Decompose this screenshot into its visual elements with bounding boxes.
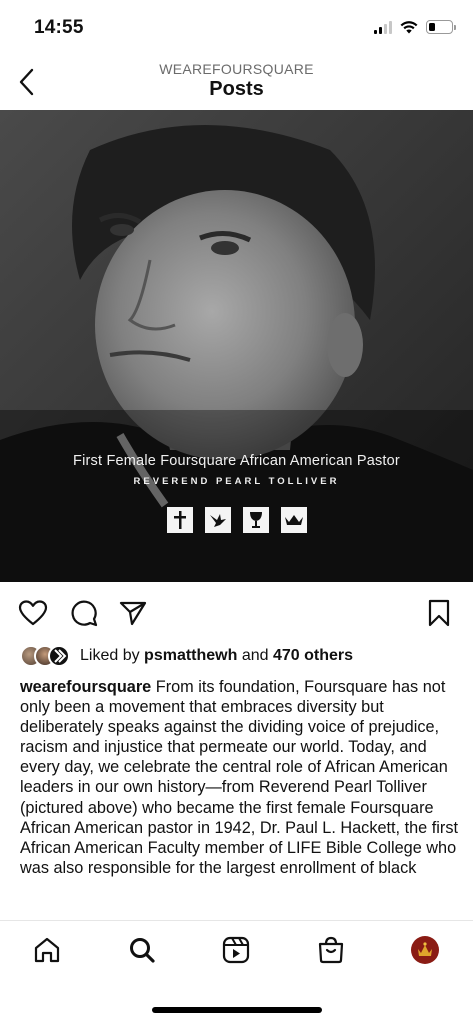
dove-icon	[204, 507, 231, 533]
tab-reels[interactable]	[219, 933, 253, 967]
tab-search[interactable]	[125, 933, 159, 967]
home-icon	[34, 937, 60, 963]
post-actions	[0, 592, 473, 632]
header-account-name[interactable]: WEAREFOURSQUARE	[0, 61, 473, 77]
comment-button[interactable]	[69, 598, 99, 628]
tab-profile[interactable]	[408, 933, 442, 967]
share-button[interactable]	[118, 598, 148, 628]
page-title: Posts	[209, 78, 264, 100]
wifi-icon	[400, 20, 418, 33]
likes-prefix: Liked by	[80, 647, 140, 664]
tab-shop[interactable]	[314, 933, 348, 967]
shop-icon	[318, 936, 344, 964]
header: WEAREFOURSQUARE Posts	[0, 56, 473, 110]
likes-text: Liked by psmatthewh and 470 others	[80, 647, 353, 665]
caption-text: From its foundation, Foursquare has not …	[20, 678, 458, 877]
image-subcaption: REVEREND PEARL TOLLIVER	[133, 476, 340, 487]
comment-icon	[71, 600, 98, 627]
emblem-row	[0, 507, 473, 533]
crown-icon	[280, 507, 307, 533]
liker-avatars	[20, 644, 76, 668]
home-indicator[interactable]	[152, 1007, 322, 1013]
reels-icon	[222, 936, 250, 964]
status-icons	[374, 20, 456, 34]
avatar	[48, 645, 70, 667]
status-bar: 14:55	[0, 0, 473, 56]
post-caption: wearefoursquare From its foundation, Fou…	[20, 677, 460, 917]
profile-avatar	[411, 936, 439, 964]
likes-summary[interactable]: Liked by psmatthewh and 470 others	[20, 644, 353, 668]
likes-joiner: and	[241, 647, 269, 664]
cross-icon	[166, 507, 193, 533]
post-image[interactable]: First Female Foursquare African American…	[0, 110, 473, 582]
bookmark-icon	[428, 599, 450, 627]
image-caption: First Female Foursquare African American…	[73, 453, 400, 469]
send-icon	[119, 601, 147, 626]
likes-count[interactable]: 470 others	[273, 647, 353, 664]
caption-username[interactable]: wearefoursquare	[20, 678, 151, 696]
liker-username[interactable]: psmatthewh	[144, 647, 237, 664]
status-time: 14:55	[34, 17, 84, 38]
heart-icon	[18, 600, 48, 626]
signal-icon	[374, 20, 392, 34]
battery-icon	[426, 20, 456, 34]
search-icon	[130, 938, 155, 963]
tab-home[interactable]	[30, 933, 64, 967]
tab-bar	[0, 920, 473, 980]
cup-icon	[242, 507, 269, 533]
save-button[interactable]	[424, 598, 454, 628]
like-button[interactable]	[18, 598, 48, 628]
